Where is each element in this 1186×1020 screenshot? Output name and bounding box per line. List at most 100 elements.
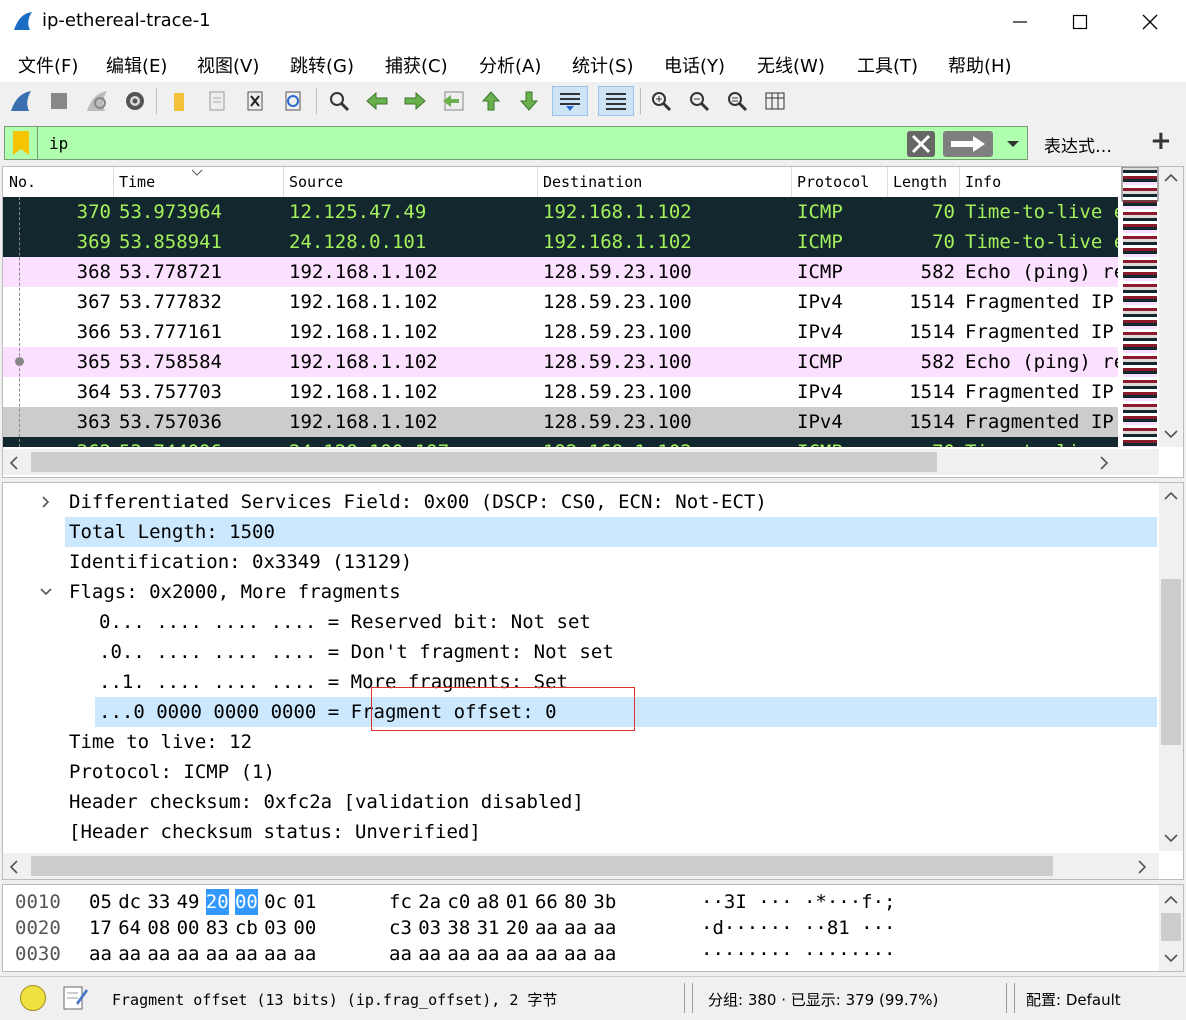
bookmark-icon[interactable] — [11, 131, 31, 155]
menu-wireless[interactable]: 无线(W) — [757, 52, 825, 78]
detail-row[interactable]: 0... .... .... .... = Reserved bit: Not … — [3, 607, 1157, 637]
byte-hex[interactable]: aa — [418, 941, 441, 967]
packet-row[interactable]: 369 53.858941 24.128.0.101 192.168.1.102 ICM… — [3, 227, 1118, 257]
packet-row[interactable]: 368 53.778721 192.168.1.102 128.59.23.100 IC… — [3, 257, 1118, 287]
details-hscrollbar[interactable] — [3, 853, 1159, 879]
byte-hex[interactable]: 3b — [593, 889, 616, 915]
start-capture-button[interactable] — [6, 86, 36, 116]
byte-hex[interactable]: aa — [593, 941, 616, 967]
byte-ascii[interactable]: ·d······ ··81 ··· — [701, 915, 895, 941]
byte-hex[interactable]: c0 — [447, 889, 470, 915]
menu-analyze[interactable]: 分析(A) — [479, 52, 541, 78]
byte-hex[interactable]: aa — [535, 941, 558, 967]
chevron-right-icon[interactable] — [39, 495, 53, 509]
detail-row[interactable]: [Header checksum status: Unverified] — [3, 817, 1157, 847]
byte-hex[interactable]: 49 — [177, 889, 200, 915]
packet-minimap[interactable] — [1121, 167, 1159, 447]
open-file-button[interactable] — [164, 86, 194, 116]
byte-hex[interactable]: aa — [564, 941, 587, 967]
detail-row[interactable]: .0.. .... .... .... = Don't fragment: No… — [3, 637, 1157, 667]
byte-hex[interactable]: aa — [235, 941, 258, 967]
byte-hex[interactable]: 08 — [147, 915, 170, 941]
byte-hex[interactable]: 33 — [147, 889, 170, 915]
zoom-out-button[interactable] — [684, 86, 714, 116]
stop-capture-button[interactable] — [44, 86, 74, 116]
save-file-button[interactable] — [202, 86, 232, 116]
menu-go[interactable]: 跳转(G) — [290, 52, 354, 78]
column-header-source[interactable]: Source — [289, 173, 343, 191]
byte-hex[interactable]: 2a — [418, 889, 441, 915]
column-header-protocol[interactable]: Protocol — [797, 173, 869, 191]
byte-hex[interactable]: aa — [535, 915, 558, 941]
column-header-length[interactable]: Length — [893, 173, 947, 191]
packet-row[interactable]: 36253.74409624.128.190.197192.168.1.102I… — [3, 437, 1118, 447]
byte-hex[interactable]: aa — [177, 941, 200, 967]
detail-row[interactable]: Total Length: 1500 — [3, 517, 1157, 547]
byte-hex[interactable]: aa — [447, 941, 470, 967]
byte-hex[interactable]: 05 — [89, 889, 112, 915]
byte-hex[interactable]: aa — [293, 941, 316, 967]
byte-ascii[interactable]: ········ ········ — [701, 941, 895, 967]
chevron-down-icon[interactable] — [39, 585, 53, 599]
detail-row[interactable]: Identification: 0x3349 (13129) — [3, 547, 1157, 577]
byte-ascii[interactable]: ··3I ··· ·*···f·; — [701, 889, 895, 915]
normal-size-button[interactable] — [722, 86, 752, 116]
byte-hex[interactable]: 00 — [177, 915, 200, 941]
byte-hex[interactable]: aa — [564, 915, 587, 941]
menu-view[interactable]: 视图(V) — [197, 52, 259, 78]
byte-hex[interactable]: aa — [147, 941, 170, 967]
byte-hex[interactable]: aa — [206, 941, 229, 967]
detail-row[interactable]: Differentiated Services Field: 0x00 (DSC… — [3, 487, 1157, 517]
resize-columns-button[interactable] — [760, 86, 790, 116]
menu-edit[interactable]: 编辑(E) — [106, 52, 167, 78]
byte-hex[interactable]: dc — [118, 889, 141, 915]
menu-file[interactable]: 文件(F) — [18, 52, 78, 78]
expert-info-indicator[interactable] — [20, 985, 46, 1011]
clear-filter-button[interactable] — [907, 131, 935, 157]
go-to-packet-button[interactable] — [438, 86, 468, 116]
byte-hex[interactable]: aa — [593, 915, 616, 941]
byte-hex[interactable]: a8 — [477, 889, 500, 915]
menu-tools[interactable]: 工具(T) — [857, 52, 918, 78]
byte-hex[interactable]: 03 — [418, 915, 441, 941]
column-header-info[interactable]: Info — [965, 173, 1001, 191]
packet-row[interactable]: 364 53.757703 192.168.1.102 128.59.23.100 IP… — [3, 377, 1118, 407]
byte-hex[interactable]: aa — [118, 941, 141, 967]
restart-capture-button[interactable] — [82, 86, 112, 116]
go-back-button[interactable] — [362, 86, 392, 116]
go-last-packet-button[interactable] — [514, 86, 544, 116]
column-header-no[interactable]: No. — [9, 173, 36, 191]
maximize-button[interactable] — [1060, 8, 1100, 36]
column-header-time[interactable]: Time — [119, 173, 155, 191]
packet-row[interactable]: 366 53.777161 192.168.1.102 128.59.23.100 IP… — [3, 317, 1118, 347]
byte-hex[interactable]: 80 — [564, 889, 587, 915]
filter-history-dropdown[interactable] — [999, 131, 1027, 157]
byte-hex[interactable]: 0c — [264, 889, 287, 915]
menu-statistics[interactable]: 统计(S) — [572, 52, 633, 78]
minimize-button[interactable] — [1000, 8, 1040, 36]
reload-file-button[interactable] — [278, 86, 308, 116]
packet-list-vscrollbar[interactable] — [1159, 167, 1183, 447]
colorize-button[interactable] — [598, 86, 634, 116]
column-header-destination[interactable]: Destination — [543, 173, 642, 191]
byte-hex[interactable]: 20 — [205, 889, 229, 915]
packet-row[interactable]: 365 53.758584 192.168.1.102 128.59.23.100 IC… — [3, 347, 1118, 377]
byte-hex[interactable]: aa — [389, 941, 412, 967]
capture-options-button[interactable] — [120, 86, 150, 116]
byte-hex[interactable]: 00 — [293, 915, 316, 941]
byte-hex[interactable]: aa — [89, 941, 112, 967]
detail-row[interactable]: Time to live: 12 — [3, 727, 1157, 757]
byte-hex[interactable]: fc — [389, 889, 412, 915]
menu-help[interactable]: 帮助(H) — [948, 52, 1012, 78]
scroll-thumb[interactable] — [1161, 579, 1181, 745]
details-vscrollbar[interactable] — [1159, 483, 1183, 851]
go-first-packet-button[interactable] — [476, 86, 506, 116]
packet-row[interactable]: 370 53.973964 12.125.47.49 192.168.1.102 ICM… — [3, 197, 1118, 227]
byte-hex[interactable]: 01 — [506, 889, 529, 915]
menu-capture[interactable]: 捕获(C) — [385, 52, 448, 78]
go-forward-button[interactable] — [400, 86, 430, 116]
byte-hex[interactable]: 01 — [293, 889, 316, 915]
detail-row[interactable]: Header checksum: 0xfc2a [validation disa… — [3, 787, 1157, 817]
close-button[interactable] — [1130, 8, 1170, 36]
packet-list-hscrollbar[interactable] — [3, 449, 1159, 475]
